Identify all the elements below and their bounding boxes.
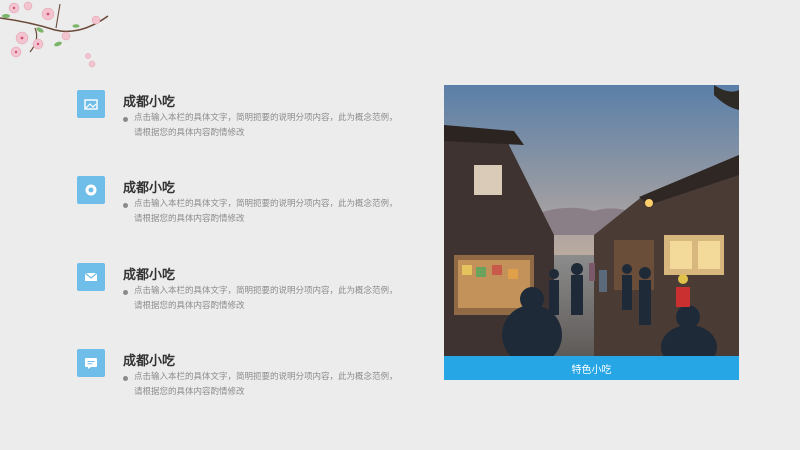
bullet-dot	[123, 376, 128, 381]
list-item: 成都小吃 点击输入本栏的具体文字，简明扼要的说明分项内容，此为概念范例，请根据您…	[77, 86, 398, 146]
mail-icon	[77, 263, 105, 291]
item-title: 成都小吃	[123, 181, 176, 196]
item-title: 成都小吃	[123, 354, 176, 369]
list-item: 成都小吃 点击输入本栏的具体文字，简明扼要的说明分项内容，此为概念范例，请根据您…	[77, 345, 398, 405]
cherry-blossom-decoration	[0, 1, 109, 68]
photo-caption-bar: 特色小吃	[444, 356, 739, 380]
item-description: 点击输入本栏的具体文字，简明扼要的说明分项内容，此为概念范例，请根据您的具体内容…	[134, 372, 398, 397]
badge-icon	[77, 176, 105, 204]
bullet-dot	[123, 290, 128, 295]
item-title: 成都小吃	[123, 95, 176, 110]
list-item: 成都小吃 点击输入本栏的具体文字，简明扼要的说明分项内容，此为概念范例，请根据您…	[77, 172, 398, 232]
list-item: 成都小吃 点击输入本栏的具体文字，简明扼要的说明分项内容，此为概念范例，请根据您…	[77, 259, 398, 319]
slide: 成都小吃 点击输入本栏的具体文字，简明扼要的说明分项内容，此为概念范例，请根据您…	[0, 0, 800, 450]
bullet-dot	[123, 117, 128, 122]
item-description: 点击输入本栏的具体文字，简明扼要的说明分项内容，此为概念范例，请根据您的具体内容…	[134, 199, 398, 224]
photo-caption: 特色小吃	[571, 364, 612, 376]
bullet-dot	[123, 203, 128, 208]
item-description: 点击输入本栏的具体文字，简明扼要的说明分项内容，此为概念范例，请根据您的具体内容…	[134, 286, 398, 311]
street-photo	[444, 85, 739, 356]
item-description: 点击输入本栏的具体文字，简明扼要的说明分项内容，此为概念范例，请根据您的具体内容…	[134, 113, 398, 138]
chat-icon	[77, 349, 105, 377]
image-icon	[77, 90, 105, 118]
item-title: 成都小吃	[123, 268, 176, 283]
